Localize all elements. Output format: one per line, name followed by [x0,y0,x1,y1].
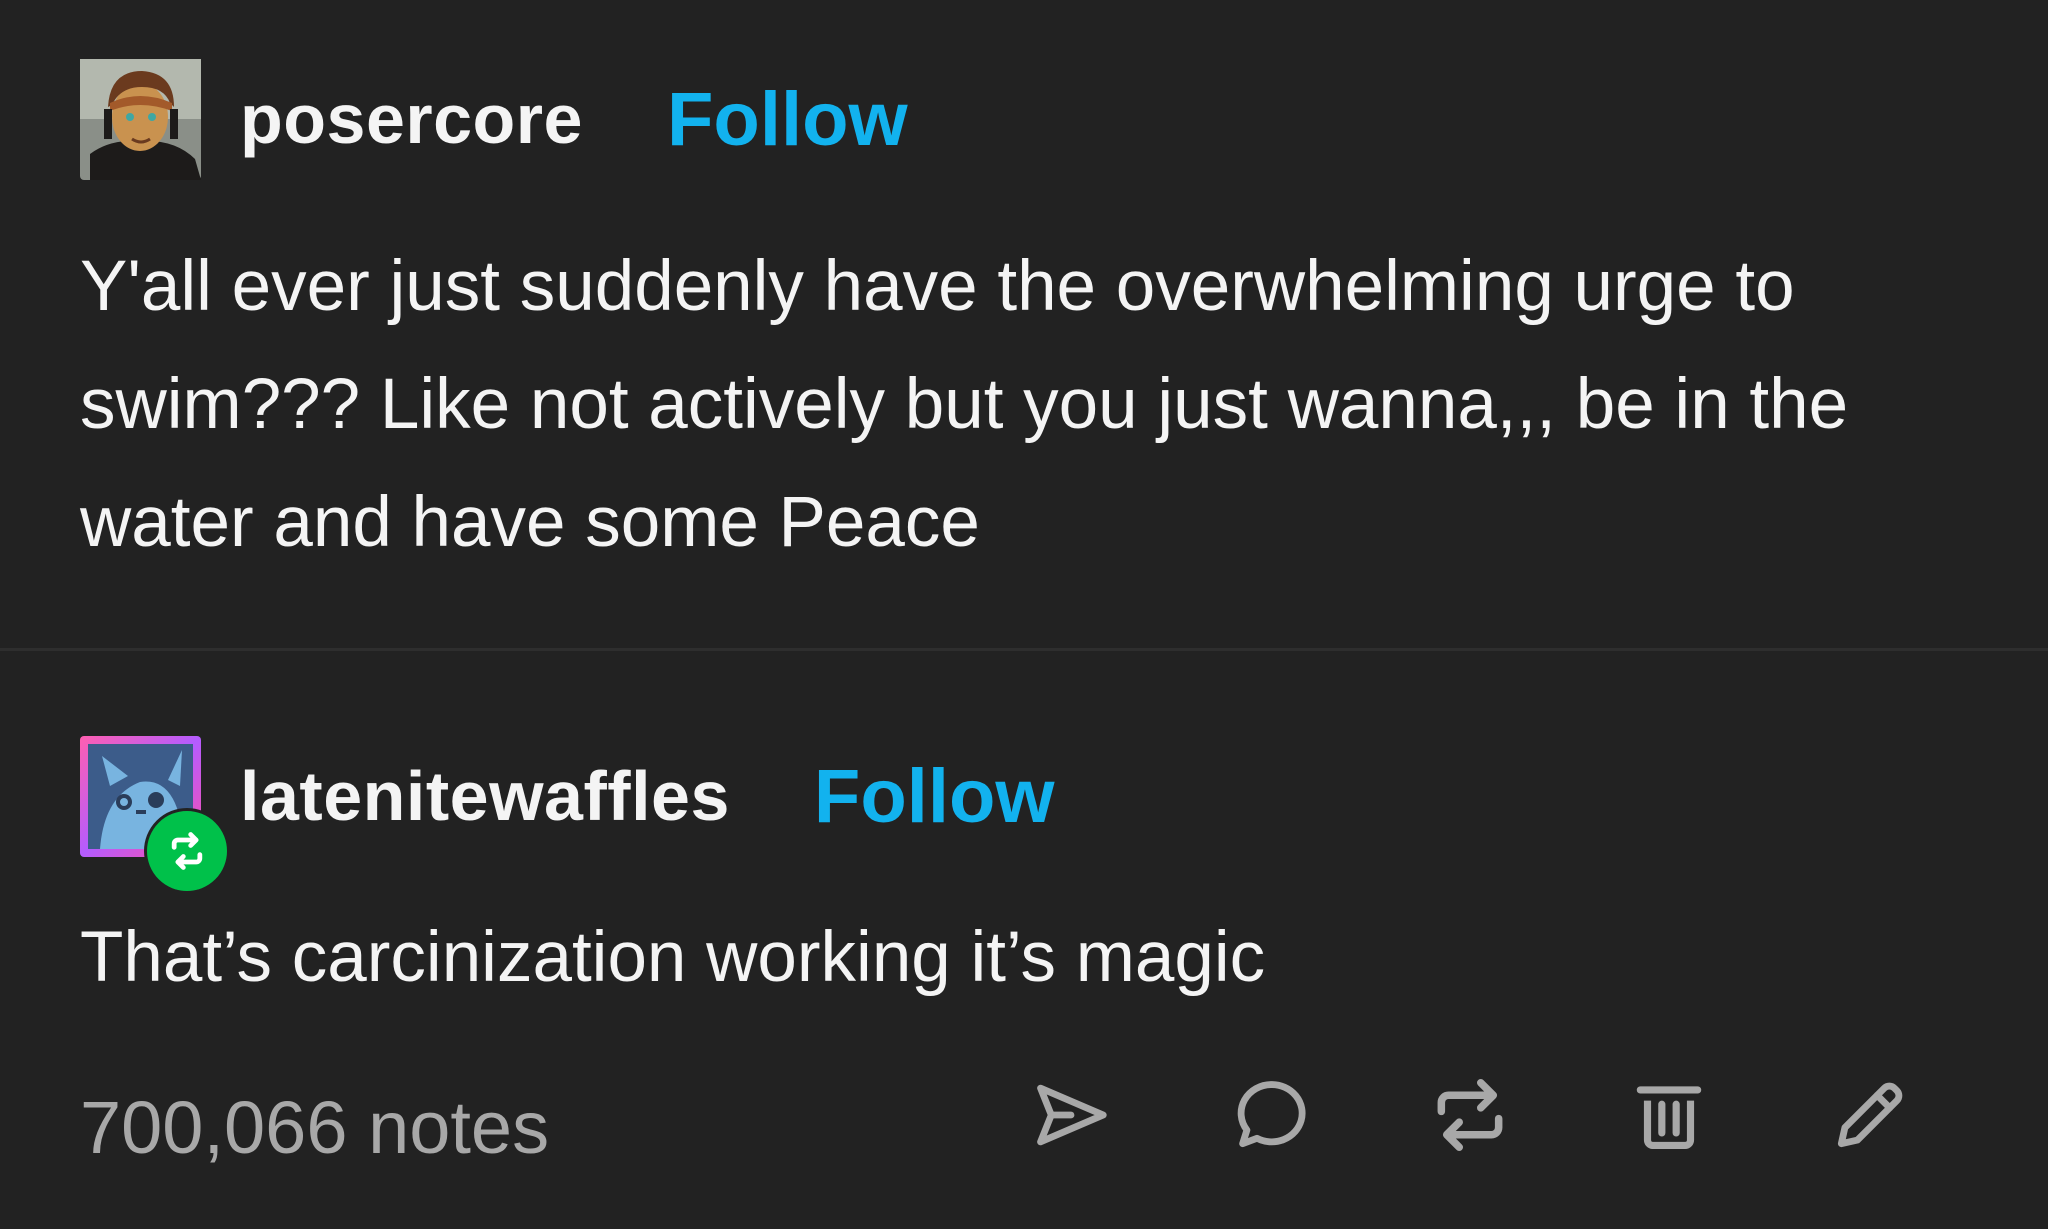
post-header: posercore Follow [80,58,908,180]
edit-icon[interactable] [1820,1065,1920,1165]
reply-icon[interactable] [1222,1065,1322,1165]
post-header: latenitewaffles Follow [80,735,1055,894]
follow-button[interactable]: Follow [667,76,908,163]
avatar[interactable] [80,735,230,894]
username[interactable]: latenitewaffles [240,756,730,836]
notes-number: 700,066 [80,1086,348,1169]
username[interactable]: posercore [240,79,583,159]
avatar[interactable] [80,58,201,180]
reblog-icon[interactable] [1420,1065,1520,1165]
tumblr-post-screenshot: posercore Follow Y'all ever just suddenl… [0,0,2048,1229]
post-footer: 700,066 notes [0,1065,2048,1185]
post-text: Y'all ever just suddenly have the overwh… [80,247,1849,562]
delete-icon[interactable] [1619,1065,1719,1165]
send-icon[interactable] [1021,1065,1121,1165]
follow-button[interactable]: Follow [814,753,1055,840]
post-text: That’s carcinization working it’s magic [80,918,1266,997]
reblog-small-icon [171,831,203,870]
reblog-badge [144,807,230,894]
avatar-image [80,58,201,180]
notes-label: notes [368,1086,550,1169]
original-post: posercore Follow Y'all ever just suddenl… [0,0,2048,648]
notes-count[interactable]: 700,066 notes [80,1085,549,1170]
